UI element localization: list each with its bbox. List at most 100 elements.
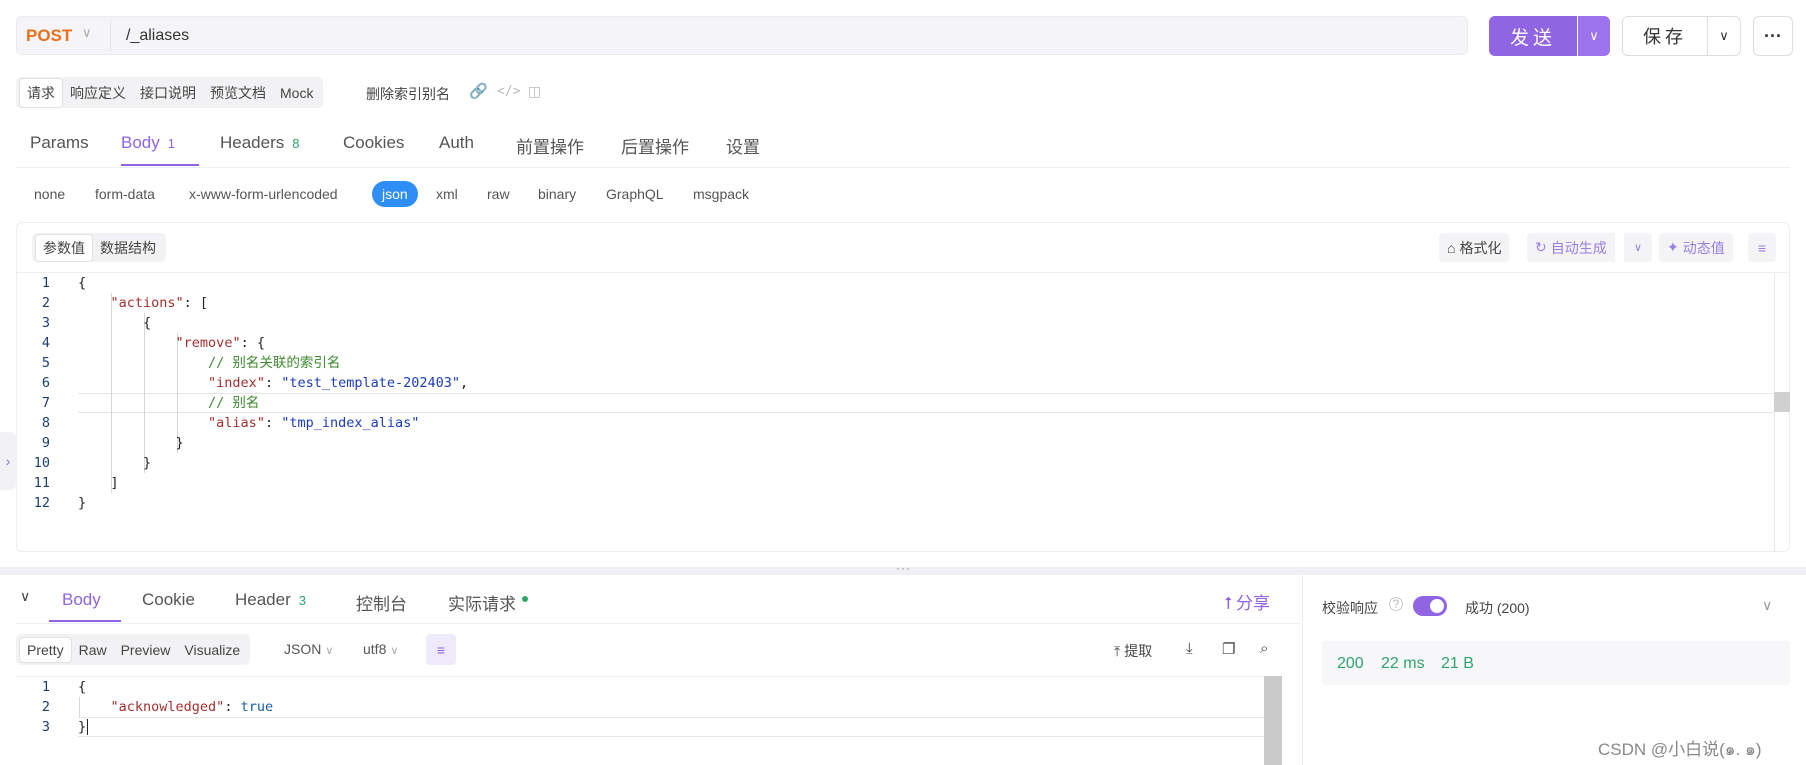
- drag-handle-icon[interactable]: ···: [896, 561, 911, 575]
- divider: [17, 272, 1789, 273]
- code-icon[interactable]: </>: [497, 84, 520, 99]
- code-line: {: [78, 679, 87, 695]
- body-type-xml[interactable]: xml: [436, 186, 458, 202]
- collapse-chevron-icon[interactable]: ∨: [20, 588, 30, 605]
- format-tab-pretty[interactable]: Pretty: [19, 636, 72, 663]
- encoding-select[interactable]: utf8 ∨: [363, 641, 398, 657]
- send-button[interactable]: 发送: [1489, 16, 1577, 56]
- link-icon[interactable]: 🔗: [469, 82, 488, 100]
- tab-data-schema[interactable]: 数据结构: [93, 235, 163, 261]
- json-boolean: true: [240, 699, 274, 715]
- code-line: // 别名: [78, 393, 259, 413]
- status-label[interactable]: 成功 (200): [1465, 598, 1530, 618]
- tab-settings[interactable]: 设置: [726, 133, 760, 158]
- format-tab-raw[interactable]: Raw: [72, 638, 114, 662]
- body-type-form-data[interactable]: form-data: [95, 186, 155, 202]
- autogen-chevron-icon[interactable]: ∨: [1624, 233, 1652, 262]
- expand-sidebar-chevron-icon[interactable]: ›: [0, 432, 16, 490]
- doc-tab-mock[interactable]: Mock: [273, 81, 320, 105]
- body-type-none[interactable]: none: [34, 186, 65, 202]
- divider: [1302, 575, 1303, 765]
- doc-tab-preview[interactable]: 预览文档: [203, 79, 273, 107]
- tab-body-count: 1: [167, 136, 175, 151]
- code-line: "acknowledged": true: [110, 699, 274, 715]
- panel-icon[interactable]: ◫: [528, 83, 541, 100]
- current-line-highlight: [78, 393, 1774, 413]
- wrap-lines-icon[interactable]: ≡: [426, 634, 456, 665]
- doc-tab-response-def[interactable]: 响应定义: [63, 79, 133, 107]
- tab-params[interactable]: Params: [30, 133, 89, 153]
- line-number: 3: [41, 315, 50, 331]
- resp-tab-header[interactable]: Header 3: [235, 590, 306, 610]
- line-number: 2: [41, 699, 50, 715]
- doc-tab-request[interactable]: 请求: [19, 77, 63, 108]
- help-icon[interactable]: ?: [1389, 597, 1403, 611]
- code-line: "index": "test_template-202403",: [208, 375, 469, 391]
- url-bar[interactable]: [16, 16, 1468, 55]
- wrap-lines-icon[interactable]: ≡: [1748, 233, 1776, 262]
- json-key: "remove": [175, 335, 241, 351]
- verify-response-label: 校验响应: [1322, 600, 1378, 616]
- format-label: 格式化: [1459, 239, 1502, 256]
- autogen-button[interactable]: ↻ 自动生成: [1527, 233, 1615, 262]
- resp-tab-console[interactable]: 控制台: [356, 590, 407, 615]
- format-select[interactable]: JSON ∨: [284, 641, 333, 657]
- json-key: "actions": [110, 295, 184, 311]
- body-type-binary[interactable]: binary: [538, 186, 576, 202]
- code-line: }: [78, 435, 184, 451]
- tab-pre-ops[interactable]: 前置操作: [516, 133, 584, 158]
- editor-scrollbar[interactable]: [1774, 274, 1775, 552]
- share-icon: ⭡: [1224, 594, 1232, 613]
- line-number: 6: [41, 375, 50, 391]
- resp-tab-actual-request[interactable]: 实际请求: [448, 590, 516, 615]
- body-type-json[interactable]: json: [372, 181, 418, 207]
- response-size: 21 B: [1441, 655, 1474, 672]
- save-options-chevron-icon[interactable]: ∨: [1707, 16, 1741, 56]
- tab-param-value[interactable]: 参数值: [35, 233, 93, 262]
- search-icon[interactable]: ⌕: [1260, 640, 1268, 657]
- share-button[interactable]: ⭡ 分享: [1224, 589, 1270, 614]
- send-options-chevron-icon[interactable]: ∨: [1578, 16, 1610, 56]
- json-string: "test_template-202403": [281, 375, 461, 391]
- json-key: "index": [208, 375, 265, 391]
- json-comment: // 别名关联的索引名: [208, 355, 341, 371]
- body-type-raw[interactable]: raw: [487, 186, 510, 202]
- tab-auth[interactable]: Auth: [439, 133, 474, 153]
- more-icon[interactable]: ···: [1753, 16, 1793, 56]
- chevron-down-icon[interactable]: ∨: [1762, 597, 1772, 614]
- format-tab-visualize[interactable]: Visualize: [177, 638, 247, 662]
- code-line: ]: [78, 475, 119, 491]
- format-tab-preview[interactable]: Preview: [114, 638, 178, 662]
- extract-button[interactable]: ⤒ 提取: [1114, 641, 1152, 661]
- refresh-icon: ↻: [1535, 239, 1547, 255]
- resp-tab-cookie[interactable]: Cookie: [142, 590, 195, 610]
- line-number: 3: [41, 719, 50, 735]
- tab-body-label: Body: [121, 133, 160, 152]
- code-line: "alias": "tmp_index_alias": [208, 415, 420, 431]
- watermark: CSDN @小白说(๑. ๑): [1598, 740, 1762, 759]
- response-scrollbar[interactable]: [1264, 676, 1282, 765]
- chevron-down-icon[interactable]: ∨: [82, 25, 92, 41]
- tab-headers-count: 8: [292, 136, 300, 151]
- copy-icon[interactable]: ❐: [1222, 640, 1235, 658]
- body-type-msgpack[interactable]: msgpack: [693, 186, 749, 202]
- tab-cookies[interactable]: Cookies: [343, 133, 404, 153]
- tab-headers[interactable]: Headers 8: [220, 133, 300, 153]
- autogen-label: 自动生成: [1550, 239, 1607, 256]
- download-icon[interactable]: ⤓: [1186, 640, 1193, 657]
- method-select[interactable]: POST: [26, 26, 72, 46]
- tab-post-ops[interactable]: 后置操作: [621, 133, 689, 158]
- body-type-graphql[interactable]: GraphQL: [606, 186, 664, 202]
- tab-body[interactable]: Body 1: [121, 133, 175, 153]
- resp-tab-body[interactable]: Body: [62, 590, 101, 610]
- save-button[interactable]: 保存: [1622, 16, 1708, 56]
- doc-tab-api-doc[interactable]: 接口说明: [133, 79, 203, 107]
- url-input[interactable]: /_aliases: [126, 27, 189, 45]
- api-name[interactable]: 删除索引别名: [366, 84, 450, 104]
- dynamic-value-button[interactable]: ✦ 动态值: [1659, 233, 1733, 262]
- resp-tab-header-label: Header: [235, 590, 291, 609]
- format-button[interactable]: ⌂ 格式化: [1439, 233, 1510, 262]
- scrollbar-thumb[interactable]: [1774, 392, 1790, 412]
- body-type-urlencoded[interactable]: x-www-form-urlencoded: [189, 186, 338, 202]
- divider: [16, 623, 1300, 624]
